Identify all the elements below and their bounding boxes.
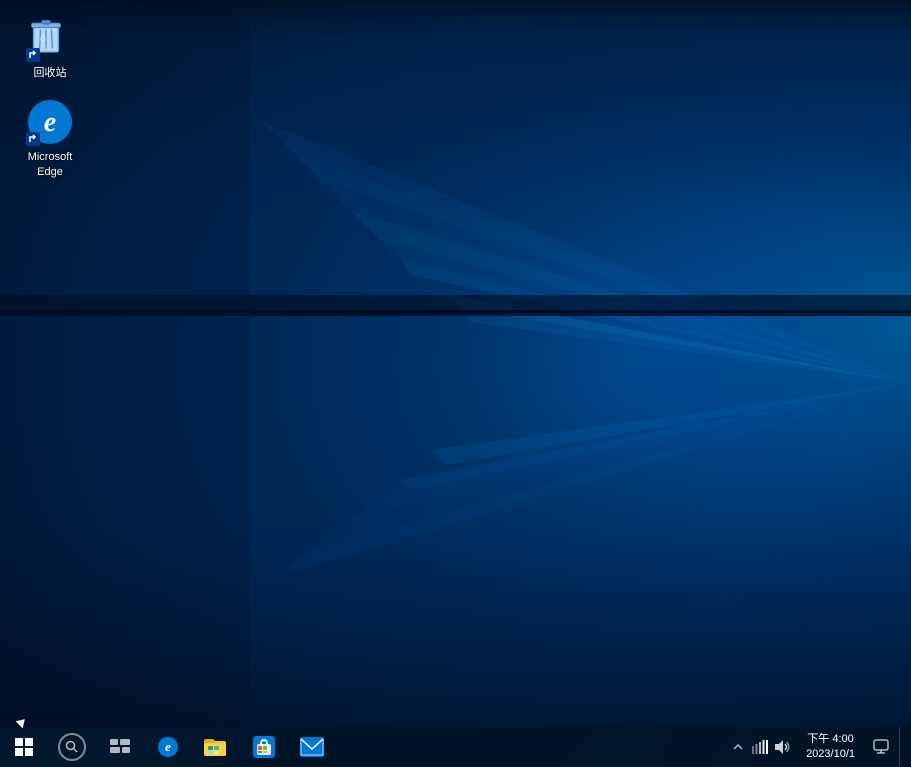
shortcut-arrow — [26, 48, 40, 62]
taskbar-mail[interactable] — [288, 727, 336, 767]
desktop-icons: ♻ 回收站 e — [0, 0, 100, 193]
taskbar-edge[interactable]: e — [144, 727, 192, 767]
microsoft-edge-icon[interactable]: e Microsoft Edge — [10, 94, 90, 183]
clock-date: 2023/10/1 — [806, 747, 855, 762]
logo-quad-3 — [15, 748, 23, 756]
chevron-up-icon — [733, 742, 743, 752]
edge-image: e — [26, 98, 74, 146]
task-view-icon — [110, 739, 130, 755]
windows-logo — [15, 738, 33, 756]
logo-quad-2 — [25, 738, 33, 746]
network-svg — [752, 740, 768, 754]
volume-svg — [774, 739, 790, 755]
recycle-bin-label: 回收站 — [34, 66, 67, 80]
recycle-bin-image: ♻ — [26, 14, 74, 62]
taskbar-edge-icon: e — [157, 736, 179, 758]
hero-rays — [0, 0, 911, 767]
logo-quad-4 — [25, 748, 33, 756]
start-button[interactable] — [0, 727, 48, 767]
network-icon[interactable] — [752, 739, 768, 755]
svg-text:e: e — [165, 739, 171, 754]
recycle-bin-icon[interactable]: ♻ 回收站 — [10, 10, 90, 84]
taskbar-right: 下午 4:00 2023/10/1 — [722, 727, 911, 767]
task-view-button[interactable] — [96, 727, 144, 767]
system-clock[interactable]: 下午 4:00 2023/10/1 — [798, 727, 863, 767]
clock-time: 下午 4:00 — [807, 732, 853, 747]
taskbar-store[interactable] — [240, 727, 288, 767]
taskbar-explorer[interactable] — [192, 727, 240, 767]
taskbar-explorer-icon — [204, 736, 228, 758]
notification-icon — [873, 739, 889, 755]
search-icon — [65, 740, 79, 754]
cortana-circle — [58, 733, 86, 761]
taskbar-store-icon — [253, 736, 275, 758]
edge-label: Microsoft Edge — [28, 150, 73, 179]
svg-text:♻: ♻ — [39, 33, 47, 43]
taskbar: e — [0, 727, 911, 767]
desktop: ♻ 回收站 e — [0, 0, 911, 767]
notification-center[interactable] — [863, 727, 899, 767]
edge-shortcut-arrow — [26, 132, 40, 146]
logo-quad-1 — [15, 738, 23, 746]
taskbar-mail-icon — [300, 737, 324, 757]
show-desktop-button[interactable] — [899, 727, 907, 767]
cortana-search[interactable] — [48, 727, 96, 767]
svg-text:e: e — [44, 107, 56, 138]
edge-icon-wrapper: e — [26, 98, 74, 146]
volume-icon[interactable] — [774, 739, 790, 755]
tray-show-hidden[interactable] — [730, 739, 746, 755]
system-tray — [722, 727, 798, 767]
